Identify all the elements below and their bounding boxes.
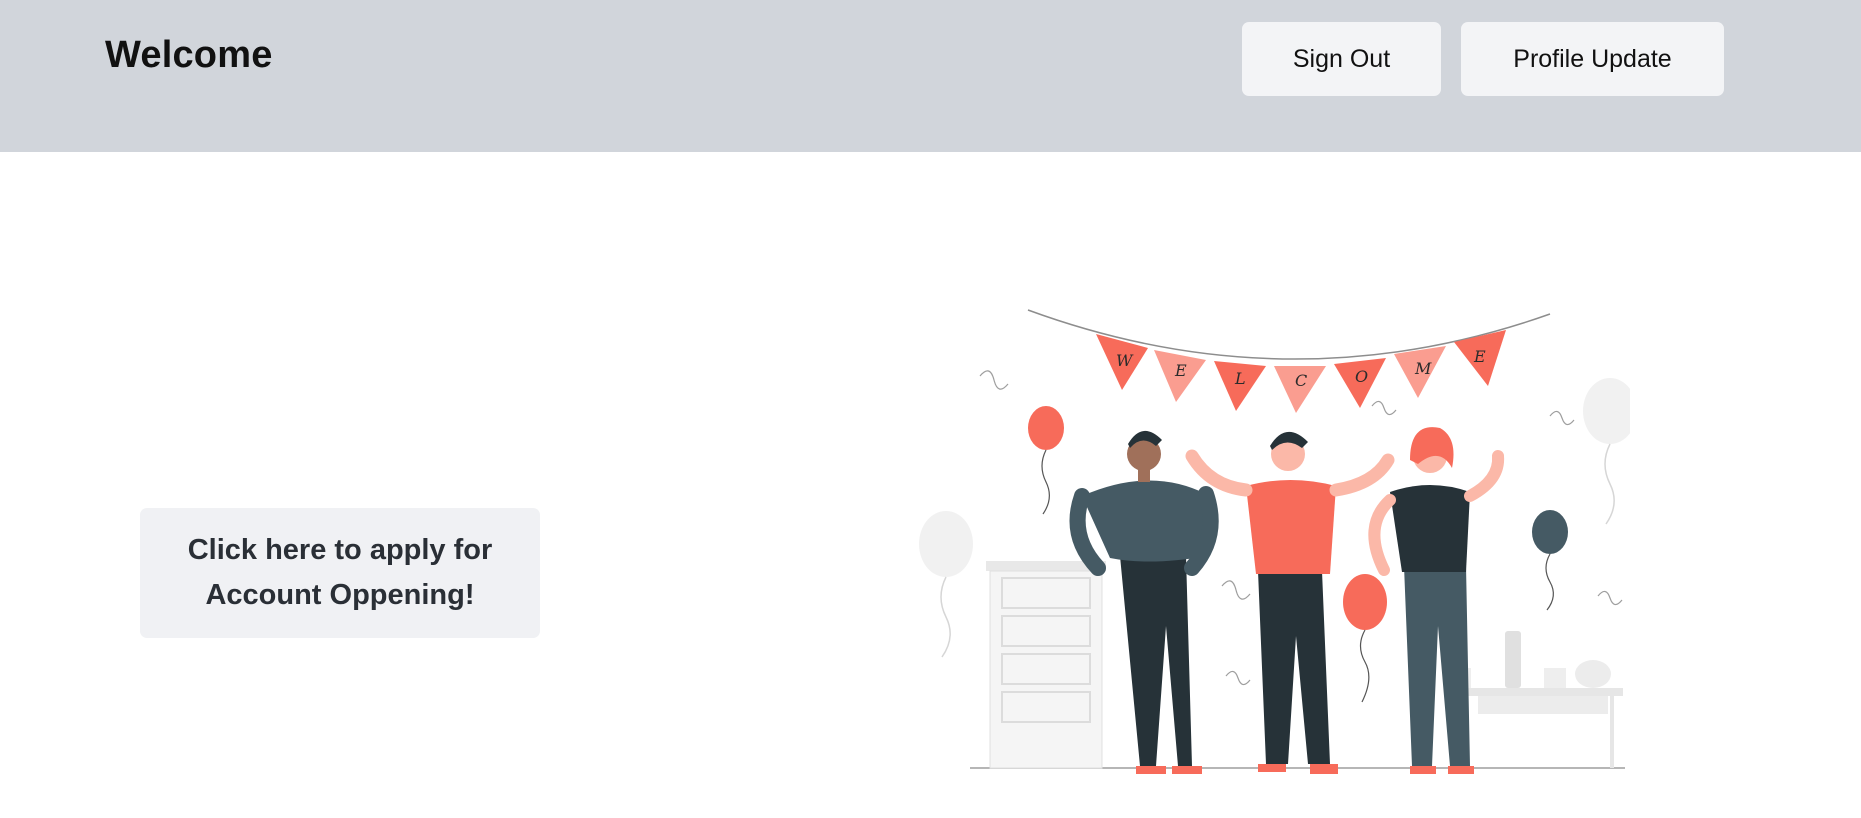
sign-out-button[interactable]: Sign Out <box>1242 22 1441 96</box>
bunting-letter-e2: E <box>1473 347 1486 366</box>
apply-account-opening-button[interactable]: Click here to apply for Account Oppening… <box>140 508 540 638</box>
bunting-letter-e: E <box>1174 361 1187 380</box>
bunting-letter-l: L <box>1234 369 1246 388</box>
welcome-bunting: W E L C O M E <box>1096 330 1506 413</box>
page-title: Welcome <box>105 34 273 76</box>
bunting-letter-m: M <box>1414 359 1432 378</box>
profile-update-button[interactable]: Profile Update <box>1461 22 1724 96</box>
drawer-cabinet <box>986 561 1106 769</box>
side-table <box>1457 631 1623 768</box>
apply-line-2: Account Oppening! <box>205 579 475 611</box>
welcome-party-illustration: W E L C O M E <box>919 309 1630 774</box>
top-header: Welcome Sign Out Profile Update <box>0 0 1861 152</box>
bunting-letter-c: C <box>1295 371 1307 390</box>
bunting-letter-o: O <box>1355 367 1368 386</box>
person-red-hair <box>1368 427 1505 774</box>
bunting-letter-w: W <box>1116 351 1134 370</box>
apply-line-1: Click here to apply for <box>187 534 493 566</box>
